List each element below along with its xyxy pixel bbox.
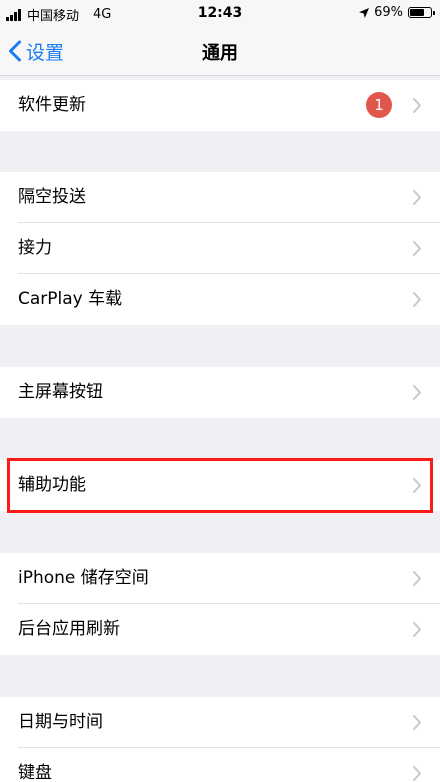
chevron-right-icon [413, 478, 421, 493]
battery-level-fill [410, 9, 424, 16]
row-software-update[interactable]: 软件更新 1 [0, 80, 440, 131]
general-settings-screen: 中国移动 4G 12:43 69% 设置 通用 软件更新 1 隔空投送 接力 C… [0, 0, 440, 782]
row-background-app-refresh[interactable]: 后台应用刷新 [0, 604, 440, 655]
row-label: 隔空投送 [18, 187, 86, 207]
row-label: 主屏幕按钮 [18, 382, 103, 402]
row-label: 日期与时间 [18, 712, 103, 732]
chevron-right-icon [413, 622, 421, 637]
status-right: 69% [358, 5, 435, 20]
row-label: 键盘 [18, 763, 52, 782]
row-accessibility[interactable]: 辅助功能 [0, 460, 440, 511]
chevron-right-icon [413, 385, 421, 400]
update-count-badge: 1 [366, 92, 392, 118]
row-iphone-storage[interactable]: iPhone 储存空间 [0, 553, 440, 604]
battery-icon [408, 7, 435, 18]
status-bar: 中国移动 4G 12:43 69% [0, 0, 440, 26]
row-label: 软件更新 [18, 95, 86, 115]
chevron-right-icon [413, 292, 421, 307]
chevron-right-icon [413, 190, 421, 205]
row-home-button[interactable]: 主屏幕按钮 [0, 367, 440, 418]
row-keyboard[interactable]: 键盘 [0, 748, 440, 782]
chevron-right-icon [413, 715, 421, 730]
location-arrow-icon [359, 7, 370, 18]
battery-percent: 69% [374, 5, 403, 20]
chevron-right-icon [413, 98, 421, 113]
row-label: 后台应用刷新 [18, 619, 120, 639]
row-label: CarPlay 车载 [18, 289, 123, 309]
row-label: 辅助功能 [18, 475, 86, 495]
row-carplay[interactable]: CarPlay 车载 [0, 274, 440, 325]
row-airdrop[interactable]: 隔空投送 [0, 172, 440, 223]
row-label: 接力 [18, 238, 52, 258]
row-date-time[interactable]: 日期与时间 [0, 697, 440, 748]
chevron-right-icon [413, 241, 421, 256]
chevron-right-icon [413, 571, 421, 586]
page-title: 通用 [202, 43, 238, 64]
row-handoff[interactable]: 接力 [0, 223, 440, 274]
row-label: iPhone 储存空间 [18, 568, 149, 588]
navigation-bar: 设置 通用 [0, 26, 440, 76]
chevron-right-icon [413, 766, 421, 781]
